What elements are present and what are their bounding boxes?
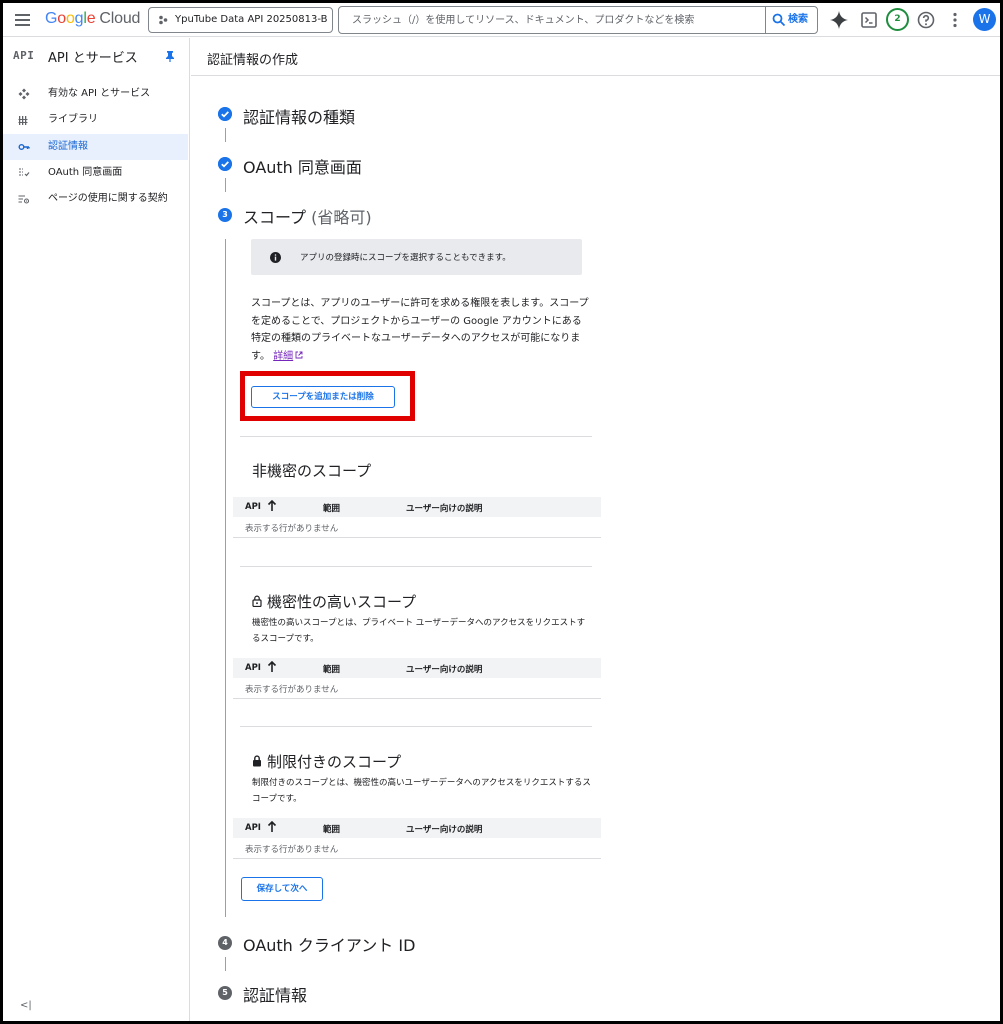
sidebar-item-page-usage-agreements[interactable]: ページの使用に関する契約	[3, 186, 188, 212]
apis-icon	[18, 88, 30, 100]
agreement-icon	[18, 195, 30, 204]
sidebar-item-credentials[interactable]: 認証情報	[3, 134, 188, 160]
check-circle-icon	[218, 157, 232, 171]
key-icon	[18, 144, 30, 150]
api-logo-icon: API	[13, 49, 35, 62]
help-icon[interactable]	[916, 10, 936, 30]
column-api[interactable]: API	[245, 502, 261, 512]
app-window: Google Cloud YpuTube Data API 20250813-B …	[3, 3, 1000, 1021]
sensitive-scopes-title: 機密性の高いスコープ	[267, 593, 417, 611]
table-empty-row: 表示する行がありません	[233, 518, 601, 538]
sidebar-item-library[interactable]: ライブラリ	[3, 107, 188, 133]
collapse-sidebar-icon[interactable]: <|	[20, 1000, 32, 1011]
column-api[interactable]: API	[245, 663, 261, 673]
cloud-shell-icon[interactable]	[859, 10, 879, 30]
lock-icon	[253, 755, 261, 767]
step-connector	[225, 239, 226, 917]
step-number-badge: 5	[218, 986, 232, 1000]
step-connector	[225, 128, 226, 142]
save-and-continue-button[interactable]: 保存して次へ	[241, 877, 323, 901]
project-selector[interactable]: YpuTube Data API 20250813-B	[148, 7, 333, 33]
info-banner: アプリの登録時にスコープを選択することもできます。	[251, 239, 582, 275]
external-link-icon	[295, 351, 303, 358]
restricted-scopes-title: 制限付きのスコープ	[267, 753, 402, 771]
pin-icon[interactable]	[165, 50, 175, 62]
info-icon	[270, 252, 281, 263]
gemini-icon[interactable]	[829, 10, 849, 30]
top-bar: Google Cloud YpuTube Data API 20250813-B …	[3, 3, 1000, 37]
check-circle-icon	[218, 107, 232, 121]
step-number-badge: 4	[218, 936, 232, 950]
sidebar-title: API とサービス	[48, 51, 138, 66]
arrow-up-icon[interactable]	[267, 661, 277, 673]
notifications-badge[interactable]: 2	[886, 8, 909, 31]
restricted-scopes-description: 制限付きのスコープとは、機密性の高いユーザーデータへのアクセスをリクエストするス…	[252, 778, 591, 804]
sidebar-item-oauth-consent[interactable]: OAuth 同意画面	[3, 160, 188, 186]
table-header: API 範囲 ユーザー向けの説明	[233, 658, 601, 678]
avatar[interactable]: W	[973, 8, 996, 31]
column-scope: 範囲	[323, 504, 341, 514]
library-icon	[18, 116, 28, 125]
step-connector	[225, 957, 226, 971]
step-scopes[interactable]: スコープ (省略可)	[243, 204, 372, 228]
step-credential-type[interactable]: 認証情報の種類	[243, 104, 355, 128]
table-header: API 範囲 ユーザー向けの説明	[233, 497, 601, 517]
search-icon	[772, 13, 786, 27]
lock-open-icon	[252, 595, 262, 607]
arrow-up-icon[interactable]	[267, 821, 277, 833]
column-scope: 範囲	[323, 665, 341, 675]
table-header: API 範囲 ユーザー向けの説明	[233, 818, 601, 838]
column-user-description: ユーザー向けの説明	[406, 504, 483, 514]
divider	[240, 566, 592, 567]
project-icon	[159, 15, 168, 25]
add-remove-scopes-button[interactable]: スコープを追加または削除	[251, 386, 395, 408]
page-header: 認証情報の作成	[191, 38, 1000, 76]
divider	[240, 726, 592, 727]
menu-icon[interactable]	[13, 10, 33, 30]
project-name: YpuTube Data API 20250813-B	[175, 14, 328, 25]
sidebar-item-enabled-apis[interactable]: 有効な API とサービス	[3, 81, 188, 107]
search-button[interactable]: 検索	[765, 7, 817, 33]
consent-icon	[19, 168, 30, 177]
table-empty-row: 表示する行がありません	[233, 839, 601, 859]
column-user-description: ユーザー向けの説明	[406, 665, 483, 675]
sidebar-header: API API とサービス	[3, 38, 189, 74]
search-input[interactable]	[339, 7, 764, 33]
table-empty-row: 表示する行がありません	[233, 679, 601, 699]
divider	[240, 436, 592, 437]
non-sensitive-scopes-title: 非機密のスコープ	[252, 462, 372, 480]
search-bar: 検索	[338, 6, 818, 34]
sidebar: API API とサービス 有効な API とサービス ライブラリ 認証情報 O…	[3, 38, 190, 1021]
google-cloud-logo[interactable]: Google Cloud	[45, 10, 140, 28]
column-scope: 範囲	[323, 825, 341, 835]
step-connector	[225, 178, 226, 192]
more-vert-icon[interactable]	[945, 10, 965, 30]
step-oauth-client-id[interactable]: OAuth クライアント ID	[243, 932, 415, 956]
step-credentials[interactable]: 認証情報	[243, 982, 307, 1006]
page-title: 認証情報の作成	[207, 53, 299, 68]
column-api[interactable]: API	[245, 823, 261, 833]
sensitive-scopes-description: 機密性の高いスコープとは、プライベート ユーザーデータへのアクセスをリクエストす…	[252, 618, 586, 644]
step-number-badge: 3	[218, 208, 232, 222]
column-user-description: ユーザー向けの説明	[406, 825, 483, 835]
learn-more-link[interactable]: 詳細	[273, 351, 293, 362]
step-oauth-consent[interactable]: OAuth 同意画面	[243, 154, 362, 178]
scope-description: スコープとは、アプリのユーザーに許可を求める権限を表します。スコープを定めること…	[251, 298, 589, 362]
arrow-up-icon[interactable]	[267, 500, 277, 512]
